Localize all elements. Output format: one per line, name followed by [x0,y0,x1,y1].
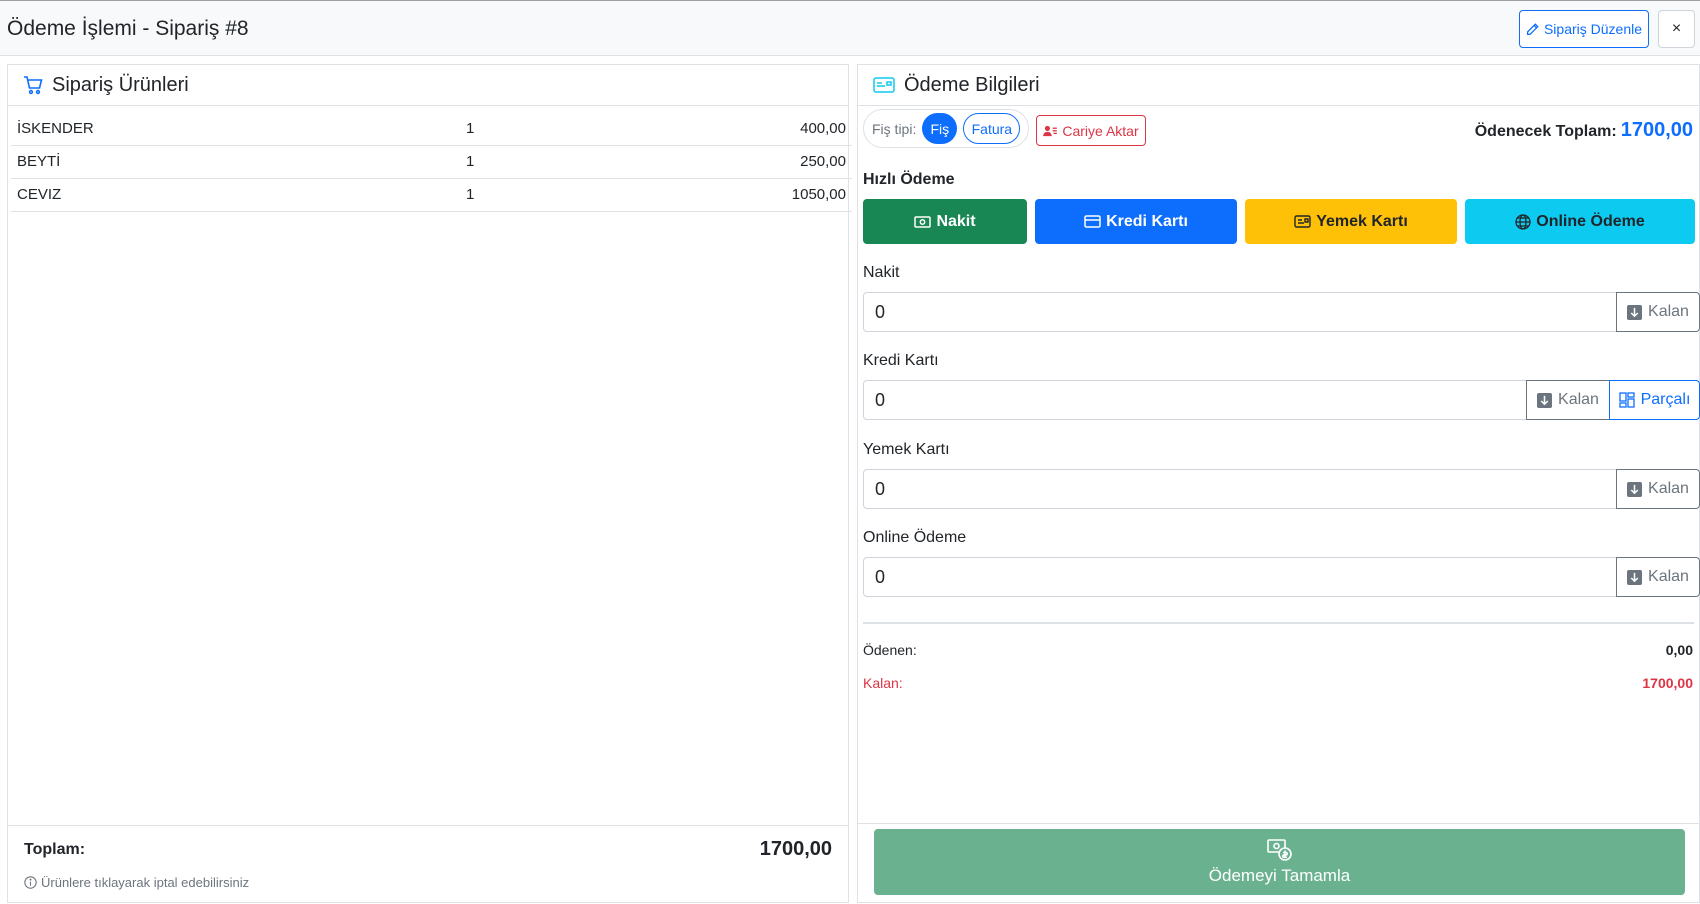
payment-info-card: Ödeme Bilgileri Fiş tipi: Fiş Fatura Car… [857,64,1700,903]
total-value: 1700,00 [759,838,832,860]
credit-split-label: Parçalı [1640,391,1691,408]
credit-input[interactable]: 0 [863,380,1527,420]
cash-coin-icon [1266,839,1292,861]
table-row[interactable]: İSKENDER 1 400,00 [11,112,852,146]
order-products-header: Sipariş Ürünleri [8,65,848,106]
quick-cash-button[interactable]: Nakit [863,199,1027,244]
products-table: İSKENDER 1 400,00 BEYTİ 1 250,00 CEVIZ 1… [11,112,852,212]
order-products-title: Sipariş Ürünleri [52,73,189,96]
card-icon [873,77,895,93]
payable-total-value: 1700,00 [1620,119,1693,141]
quick-meal-label: Yemek Kartı [1316,212,1408,230]
product-qty: 1 [466,178,666,212]
table-row[interactable]: CEVIZ 1 1050,00 [11,178,852,212]
payable-total-label: Ödenecek Toplam: [1474,123,1617,140]
credit-remaining-button[interactable]: Kalan [1526,380,1610,420]
online-remaining-button[interactable]: Kalan [1616,557,1700,597]
payable-total: Ödenecek Toplam: 1700,00 [1475,119,1693,142]
cancel-hint-text: Ürünlere tıklayarak iptal edebilirsiniz [41,875,250,890]
order-products-footer: Toplam: 1700,00 Ürünlere tıklayarak ipta… [8,825,848,902]
meal-input[interactable]: 0 [863,469,1617,509]
paid-value: 0,00 [1665,642,1693,658]
payment-info-header: Ödeme Bilgileri [858,65,1699,106]
person-lines-icon [1043,125,1058,136]
cart-icon [24,76,43,95]
arrow-down-square-icon [1627,569,1643,585]
table-row[interactable]: BEYTİ 1 250,00 [11,145,852,179]
quick-credit-button[interactable]: Kredi Kartı [1035,199,1237,244]
arrow-down-square-icon [1627,481,1643,497]
cash-icon [914,215,932,228]
pencil-icon [1526,22,1539,35]
receipt-option-fatura[interactable]: Fatura [963,113,1021,144]
product-qty: 1 [466,112,666,146]
receipt-type-label: Fiş tipi: [872,120,917,137]
meal-card-icon [1294,215,1311,228]
total-label: Toplam: [24,841,86,858]
credit-remaining-label: Kalan [1558,391,1599,408]
quick-online-label: Online Ödeme [1536,212,1645,230]
receipt-type-group: Fiş tipi: Fiş Fatura [863,109,1029,148]
cash-remaining-button[interactable]: Kalan [1616,292,1700,332]
quick-meal-button[interactable]: Yemek Kartı [1245,199,1457,244]
receipt-option-fis[interactable]: Fiş [922,113,958,144]
product-name: İSKENDER [11,112,466,146]
transfer-to-account-label: Cariye Aktar [1062,122,1139,139]
cancel-hint: Ürünlere tıklayarak iptal edebilirsiniz [24,875,249,890]
payment-footer: Ödemeyi Tamamla [858,823,1699,902]
quick-credit-label: Kredi Kartı [1106,212,1188,230]
product-price: 1050,00 [666,178,852,212]
product-price: 400,00 [666,112,852,146]
meal-field-label: Yemek Kartı [863,441,950,458]
online-input[interactable]: 0 [863,557,1617,597]
online-field-label: Online Ödeme [863,529,967,546]
remaining-value: 1700,00 [1642,675,1693,691]
arrow-down-square-icon [1537,392,1553,408]
credit-split-button[interactable]: Parçalı [1609,380,1700,420]
close-button[interactable]: × [1658,10,1695,48]
quick-payment-title: Hızlı Ödeme [863,171,955,188]
order-products-card: Sipariş Ürünleri İSKENDER 1 400,00 BEYTİ… [7,64,852,903]
product-name: BEYTİ [11,145,466,179]
credit-card-icon [1084,215,1101,228]
edit-order-button[interactable]: Sipariş Düzenle [1519,10,1649,48]
product-price: 250,00 [666,145,852,179]
info-icon [24,876,37,889]
remaining-label: Kalan: [863,675,903,691]
modal-title: Ödeme İşlemi - Sipariş #8 [7,17,249,40]
transfer-to-account-button[interactable]: Cariye Aktar [1036,115,1146,146]
complete-payment-label: Ödemeyi Tamamla [1208,866,1351,885]
cash-input[interactable]: 0 [863,292,1617,332]
edit-order-label: Sipariş Düzenle [1543,21,1643,37]
product-name: CEVIZ [11,178,466,212]
product-qty: 1 [466,145,666,179]
cash-field-label: Nakit [863,264,900,281]
meal-remaining-label: Kalan [1648,480,1689,497]
paid-label: Ödenen: [863,642,917,658]
meal-remaining-button[interactable]: Kalan [1616,469,1700,509]
credit-field-label: Kredi Kartı [863,352,939,369]
summary-divider [863,622,1694,624]
modal-header: Ödeme İşlemi - Sipariş #8 Sipariş Düzenl… [0,0,1700,56]
arrow-down-square-icon [1627,304,1643,320]
online-remaining-label: Kalan [1648,568,1689,585]
quick-online-button[interactable]: Online Ödeme [1465,199,1695,244]
payment-info-title: Ödeme Bilgileri [904,73,1040,96]
quick-cash-label: Nakit [936,212,976,230]
split-grid-icon [1618,392,1635,408]
complete-payment-button[interactable]: Ödemeyi Tamamla [874,829,1685,895]
cash-remaining-label: Kalan [1648,303,1689,320]
globe-icon [1515,213,1531,230]
